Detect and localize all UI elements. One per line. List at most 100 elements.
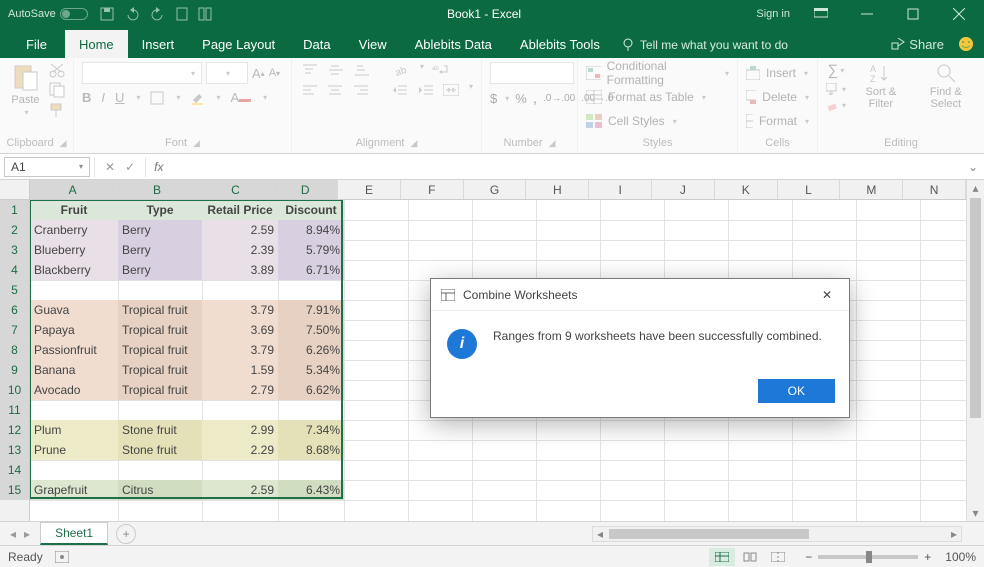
cell[interactable]: Banana — [30, 360, 118, 380]
cell[interactable] — [202, 280, 278, 300]
cell[interactable]: Grapefruit — [30, 480, 118, 500]
decrease-font-icon[interactable]: A▾ — [269, 62, 280, 84]
macro-record-icon[interactable] — [55, 551, 69, 563]
cell[interactable]: Fruit — [30, 200, 118, 220]
format-painter-icon[interactable] — [49, 102, 65, 118]
minimize-icon[interactable] — [852, 0, 882, 28]
cell[interactable]: 2.59 — [202, 480, 278, 500]
cell[interactable]: 3.89 — [202, 260, 278, 280]
cell[interactable]: Blackberry — [30, 260, 118, 280]
border-icon[interactable] — [150, 91, 164, 105]
cut-icon[interactable] — [49, 62, 65, 78]
row-header[interactable]: 6 — [0, 300, 29, 320]
row-header[interactable]: 2 — [0, 220, 29, 240]
add-sheet-button[interactable]: + — [116, 524, 136, 544]
view-page-break-icon[interactable] — [765, 548, 791, 566]
cell[interactable]: 2.99 — [202, 420, 278, 440]
delete-cells-button[interactable]: Delete▾ — [746, 86, 809, 108]
ok-button[interactable]: OK — [758, 379, 835, 403]
close-icon[interactable] — [944, 0, 974, 28]
cell[interactable]: 7.91% — [278, 300, 344, 320]
paste-button[interactable]: Paste ▾ — [8, 62, 43, 118]
zoom-in-icon[interactable]: + — [924, 550, 931, 564]
column-header[interactable]: M — [840, 180, 903, 199]
decrease-indent-icon[interactable] — [390, 82, 410, 98]
column-header[interactable]: H — [526, 180, 589, 199]
view-normal-icon[interactable] — [709, 548, 735, 566]
cell[interactable]: Tropical fruit — [118, 360, 202, 380]
column-header[interactable]: D — [273, 180, 338, 199]
cell[interactable] — [278, 280, 344, 300]
expand-formula-bar-icon[interactable]: ⌄ — [968, 160, 978, 174]
cell[interactable]: 8.94% — [278, 220, 344, 240]
fill-icon[interactable]: ▾ — [826, 83, 846, 95]
insert-cells-button[interactable]: Insert▾ — [746, 62, 809, 84]
scroll-right-icon[interactable]: ▸ — [947, 527, 961, 541]
tab-data[interactable]: Data — [289, 30, 344, 58]
sheet-tab-active[interactable]: Sheet1 — [40, 522, 108, 545]
format-as-table-button[interactable]: Format as Table▾ — [586, 86, 729, 108]
autosum-icon[interactable]: ∑▾ — [826, 62, 846, 79]
cell[interactable]: 6.71% — [278, 260, 344, 280]
sort-filter-button[interactable]: AZ Sort & Filter — [854, 62, 908, 110]
format-cells-button[interactable]: Format▾ — [746, 110, 809, 132]
dialog-launcher-icon[interactable]: ◢ — [549, 138, 556, 149]
cell-styles-button[interactable]: Cell Styles▾ — [586, 110, 729, 132]
scroll-thumb[interactable] — [970, 198, 981, 418]
clear-icon[interactable]: ▾ — [826, 99, 846, 111]
column-header[interactable]: E — [338, 180, 401, 199]
cell[interactable]: Plum — [30, 420, 118, 440]
find-select-button[interactable]: Find & Select — [916, 62, 976, 110]
align-center-icon[interactable] — [326, 82, 346, 98]
row-header[interactable]: 5 — [0, 280, 29, 300]
column-header[interactable]: N — [903, 180, 966, 199]
undo-icon[interactable] — [124, 7, 140, 21]
row-header[interactable]: 14 — [0, 460, 29, 480]
increase-decimal-icon[interactable]: .0→.00 — [543, 93, 575, 104]
dialog-launcher-icon[interactable]: ◢ — [193, 138, 200, 149]
column-header[interactable]: K — [715, 180, 778, 199]
row-header[interactable]: 8 — [0, 340, 29, 360]
smiley-icon[interactable] — [958, 36, 974, 52]
font-name-input[interactable]: ▾ — [82, 62, 202, 84]
number-format-select[interactable] — [490, 62, 574, 84]
column-header[interactable]: L — [778, 180, 841, 199]
sheet-nav-next-icon[interactable]: ▸ — [24, 527, 30, 541]
cell[interactable] — [30, 460, 118, 480]
cell[interactable]: Tropical fruit — [118, 300, 202, 320]
cell[interactable]: 3.79 — [202, 300, 278, 320]
cell[interactable] — [202, 460, 278, 480]
row-header[interactable]: 1 — [0, 200, 29, 220]
cell[interactable]: Citrus — [118, 480, 202, 500]
cell[interactable]: Passionfruit — [30, 340, 118, 360]
cell[interactable]: 6.62% — [278, 380, 344, 400]
cell[interactable]: 5.34% — [278, 360, 344, 380]
cell[interactable]: 7.34% — [278, 420, 344, 440]
cell[interactable]: 3.79 — [202, 340, 278, 360]
font-color-icon[interactable]: A — [230, 90, 251, 105]
cell[interactable]: 3.69 — [202, 320, 278, 340]
cell[interactable] — [202, 400, 278, 420]
autosave-toggle[interactable]: AutoSave — [8, 8, 88, 20]
row-header[interactable]: 12 — [0, 420, 29, 440]
bold-button[interactable]: B — [82, 90, 91, 105]
fill-color-icon[interactable] — [190, 91, 204, 105]
align-right-icon[interactable] — [351, 82, 371, 98]
row-header[interactable]: 11 — [0, 400, 29, 420]
italic-button[interactable]: I — [101, 90, 105, 105]
zoom-out-icon[interactable]: − — [805, 550, 812, 564]
increase-indent-icon[interactable] — [416, 82, 436, 98]
cell[interactable]: Discount — [278, 200, 344, 220]
column-header[interactable]: B — [116, 180, 198, 199]
select-all-corner[interactable] — [0, 180, 30, 200]
share-button[interactable]: Share — [891, 37, 944, 52]
cell[interactable]: Blueberry — [30, 240, 118, 260]
cell[interactable] — [278, 400, 344, 420]
cell[interactable]: Stone fruit — [118, 420, 202, 440]
orientation-icon[interactable]: ab — [392, 62, 412, 78]
tab-home[interactable]: Home — [65, 30, 128, 58]
tab-ablebits-data[interactable]: Ablebits Data — [401, 30, 506, 58]
comma-icon[interactable]: , — [533, 90, 537, 107]
zoom-level[interactable]: 100% — [945, 550, 976, 564]
conditional-formatting-button[interactable]: Conditional Formatting▾ — [586, 62, 729, 84]
